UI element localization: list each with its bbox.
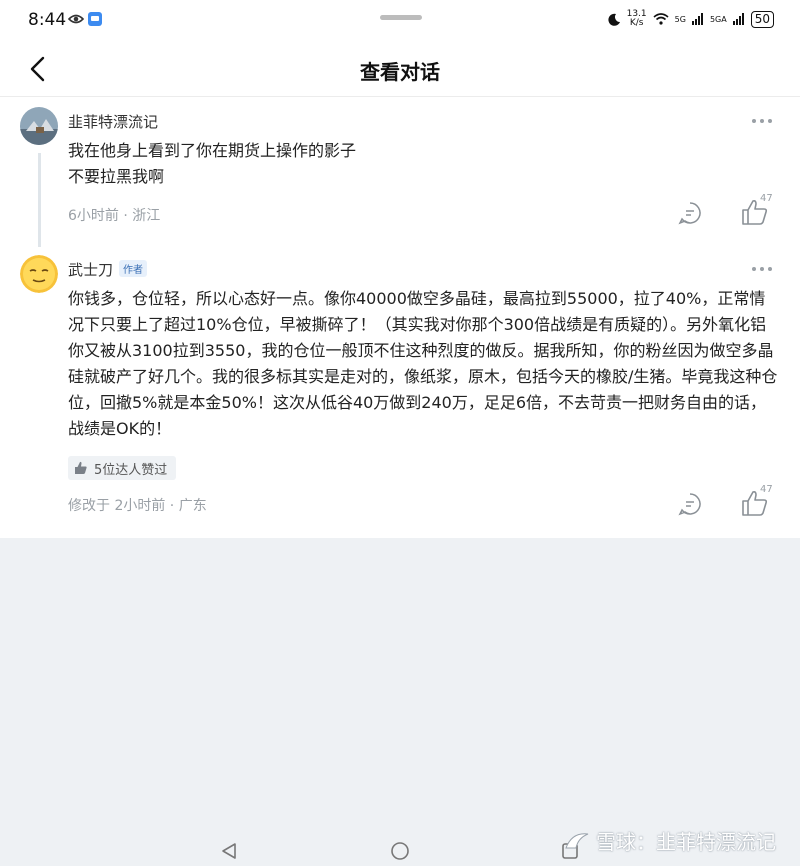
author-name[interactable]: 武士刀 作者 xyxy=(68,259,148,280)
more-options-button[interactable] xyxy=(752,266,772,272)
author-badge: 作者 xyxy=(119,260,148,277)
page-title: 查看对话 xyxy=(360,60,440,84)
more-options-button[interactable] xyxy=(752,118,772,124)
avatar[interactable] xyxy=(20,107,58,145)
author-name[interactable]: 韭菲特漂流记 xyxy=(68,111,158,132)
comment-meta: 修改于 2小时前 · 广东 xyxy=(68,498,207,514)
message-app-icon xyxy=(88,12,102,26)
nav-back-icon[interactable] xyxy=(220,842,238,860)
nav-home-icon[interactable] xyxy=(390,841,410,861)
thread-line xyxy=(38,153,41,247)
nav-bar: 查看对话 xyxy=(0,42,800,97)
battery-indicator: 50 xyxy=(750,10,774,28)
status-time: 8:44 xyxy=(28,10,67,30)
like-count: 47 xyxy=(760,484,773,495)
wifi-icon xyxy=(653,13,669,25)
signal-bars-icon xyxy=(691,13,703,25)
status-bar: 8:44 13.1 K/s 5G 5GA 50 xyxy=(0,0,800,42)
status-icons: 13.1 K/s 5G 5GA 50 xyxy=(608,10,774,28)
moon-icon xyxy=(608,13,620,26)
eye-icon xyxy=(68,14,84,24)
net-speed: 13.1 K/s xyxy=(626,9,647,28)
comment-meta: 6小时前 · 浙江 xyxy=(68,208,161,224)
signal-bars-icon-2 xyxy=(732,13,744,25)
signal-5g-label: 5G xyxy=(674,14,686,24)
thumbs-up-small-icon xyxy=(75,461,87,474)
drag-handle xyxy=(380,15,422,20)
reply-icon[interactable] xyxy=(678,201,702,225)
conversation-card: 韭菲特漂流记 我在他身上看到了你在期货上操作的影子 不要拉黑我啊 6小时前 · … xyxy=(0,97,800,538)
avatar[interactable] xyxy=(20,255,58,293)
watermark: 雪球：韭菲特漂流记 xyxy=(564,826,776,855)
snowball-logo-icon xyxy=(565,832,589,848)
reply-icon[interactable] xyxy=(678,492,702,516)
comment-text: 我在他身上看到了你在期货上操作的影子 不要拉黑我啊 xyxy=(68,141,357,186)
signal-5ga-label: 5GA xyxy=(709,14,727,24)
like-count: 47 xyxy=(760,193,773,204)
comment-text: 你钱多，仓位轻，所以心态好一点。像你40000做空多晶硅，最高拉到55000，拉… xyxy=(68,289,778,438)
likers-summary[interactable]: 5位达人赞过 xyxy=(68,456,177,480)
